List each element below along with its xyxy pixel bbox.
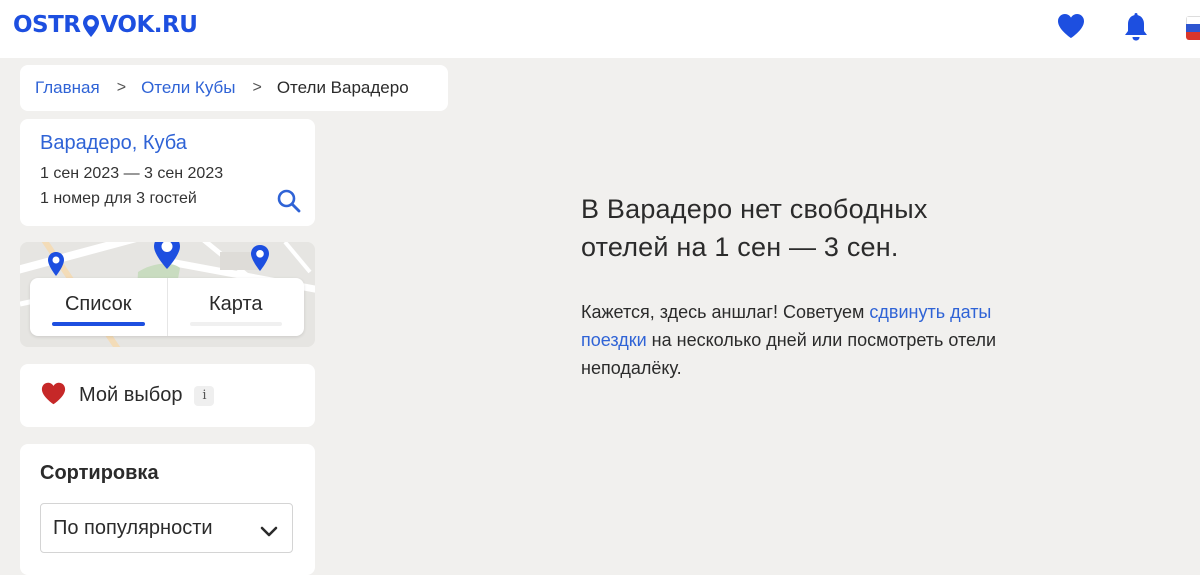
- favorites-label: Мой выбор: [79, 384, 183, 406]
- breadcrumb-separator: >: [252, 79, 262, 96]
- heart-icon: [40, 381, 67, 411]
- bell-icon[interactable]: [1122, 12, 1150, 47]
- search-summary-card[interactable]: Варадеро, Куба 1 сен 2023 — 3 сен 2023 1…: [20, 119, 315, 226]
- logo-pin-icon: [82, 14, 100, 38]
- tab-list-label: Список: [64, 293, 132, 315]
- logo-text-left: OSTR: [13, 12, 81, 38]
- view-toggle: Список Карта: [30, 278, 304, 336]
- heart-icon[interactable]: [1056, 12, 1086, 45]
- tab-map[interactable]: Карта: [166, 278, 305, 336]
- guests-label: 1 номер для 3 гостей: [40, 190, 197, 207]
- breadcrumb-current: Отели Варадеро: [276, 78, 409, 97]
- ostrovok-logo[interactable]: OSTR VOK.RU: [13, 12, 198, 38]
- sort-selected-value: По популярности: [53, 516, 213, 539]
- sort-select[interactable]: По популярности: [40, 503, 293, 553]
- empty-state: В Варадеро нет свободных отелей на 1 сен…: [581, 190, 1001, 382]
- tab-list[interactable]: Список: [30, 278, 167, 336]
- tab-map-indicator: [189, 322, 282, 326]
- favorites-card[interactable]: Мой выбор i: [20, 364, 315, 427]
- breadcrumb-home[interactable]: Главная: [35, 78, 100, 98]
- breadcrumb-separator: >: [116, 79, 127, 96]
- breadcrumb-cuba-hotels[interactable]: Отели Кубы: [141, 78, 235, 98]
- map-preview[interactable]: Список Карта: [20, 242, 315, 347]
- map-pin-icon: [48, 252, 64, 276]
- breadcrumb: Главная > Отели Кубы > Отели Варадеро: [20, 65, 448, 111]
- russian-flag-icon[interactable]: [1186, 16, 1200, 40]
- empty-state-text-before: Кажется, здесь аншлаг! Советуем: [581, 302, 870, 322]
- chevron-down-icon: [260, 521, 278, 544]
- empty-state-title: В Варадеро нет свободных отелей на 1 сен…: [581, 194, 928, 262]
- sort-card: Сортировка По популярности: [20, 444, 315, 575]
- search-icon[interactable]: [276, 188, 302, 214]
- info-icon[interactable]: i: [194, 385, 215, 406]
- logo-text-right: VOK.RU: [100, 12, 198, 38]
- dates-label: 1 сен 2023 — 3 сен 2023: [40, 165, 224, 182]
- tab-map-label: Карта: [208, 293, 263, 315]
- tab-list-indicator: [52, 322, 145, 326]
- destination-label[interactable]: Варадеро, Куба: [40, 132, 315, 155]
- map-pin-icon: [154, 242, 180, 269]
- empty-state-text: Кажется, здесь аншлаг! Советуем сдвинуть…: [581, 298, 1001, 382]
- sort-title: Сортировка: [40, 462, 159, 484]
- top-bar: OSTR VOK.RU: [0, 0, 1200, 58]
- map-pin-icon: [251, 245, 269, 271]
